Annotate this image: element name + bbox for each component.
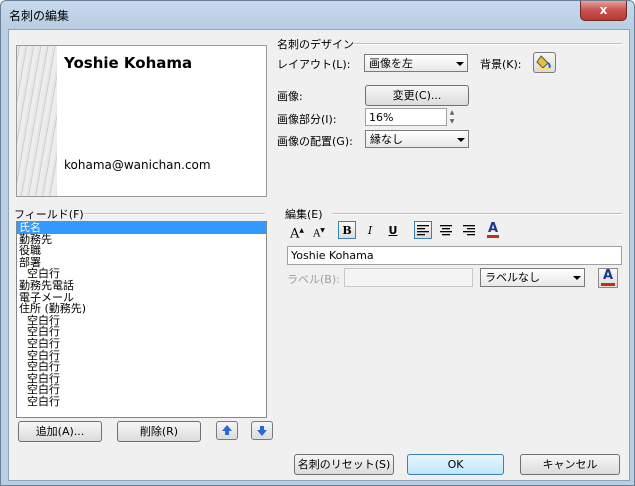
image-align-value: 縁なし [370,133,403,146]
change-image-button[interactable]: 変更(C)... [365,85,469,106]
align-center-button[interactable] [437,221,455,239]
align-right-button[interactable] [460,221,478,239]
dialog-client-area: Yoshie Kohama kohama@wanichan.com 名刺のデザイ… [8,29,630,481]
field-list-item[interactable]: 勤務先 [17,233,266,246]
field-list-item[interactable]: 空白行 [17,338,266,350]
reset-card-button[interactable]: 名刺のリセット(S) [294,454,394,475]
label-position-select[interactable]: ラベルなし [480,268,585,287]
align-left-button[interactable] [414,221,432,239]
field-list-item[interactable]: 空白行 [17,361,266,373]
fields-listbox[interactable]: 氏名 勤務先 役職 部署 空白行 勤務先電話 電子メール 住所 (勤務先) 空白行 空白行 空白行空… [16,221,267,418]
image-area-value: 16% [369,111,394,124]
image-area-input[interactable]: 16% [365,108,447,126]
arrow-up-icon [222,425,232,435]
window-title: 名刺の編集 [9,9,70,23]
delete-field-button[interactable]: 削除(R) [117,421,201,442]
image-label: 画像: [277,90,303,103]
background-color-button[interactable] [533,52,556,73]
design-section-label: 名刺のデザイン [277,38,354,51]
move-down-button[interactable] [251,421,273,440]
dialog-window: 名刺の編集 x Yoshie Kohama kohama@wanichan.co… [0,0,635,486]
image-align-label: 画像の配置(G): [277,135,353,148]
field-list-item[interactable]: 氏名 [17,222,266,234]
fields-separator [84,213,265,215]
grow-font-icon: A [289,226,300,242]
card-preview: Yoshie Kohama kohama@wanichan.com [16,45,267,197]
label-color-icon: A [602,268,614,283]
align-right-icon [463,225,475,236]
chevron-down-icon [456,62,464,66]
edit-section-label: 編集(E) [285,208,323,221]
close-button[interactable]: x [580,1,627,21]
image-area-label: 画像部分(I): [277,113,337,126]
fields-section-label: フィールド(F) [14,208,84,221]
chevron-down-icon [457,138,465,142]
label-label: ラベル(B): [287,273,340,286]
align-left-icon [417,225,429,236]
label-position-value: ラベルなし [485,271,540,284]
arrow-down-icon [257,426,267,436]
card-image [17,46,57,196]
underline-button[interactable]: U [384,221,402,239]
field-list-item[interactable]: 勤務先電話 [17,280,266,292]
field-list-item[interactable]: 役職 [17,245,266,257]
italic-button[interactable]: I [361,221,379,239]
ok-button[interactable]: OK [407,454,504,475]
card-email: kohama@wanichan.com [64,158,211,172]
font-color-icon: A [487,221,499,236]
layout-label: レイアウト(L): [277,58,351,71]
font-color-bar [487,235,499,238]
field-list-item[interactable]: 空白行 [17,396,266,408]
chevron-down-icon [573,276,581,280]
image-area-spinner[interactable]: ▲ ▼ [446,108,458,126]
shrink-font-button[interactable]: A▼ [310,221,328,239]
title-bar[interactable]: 名刺の編集 x [1,1,634,29]
label-color-button[interactable]: A [598,268,618,288]
background-label: 背景(K): [480,58,522,71]
layout-select[interactable]: 画像を左 [364,54,468,72]
bold-button[interactable]: B [338,221,356,239]
label-color-bar [601,283,615,286]
move-up-button[interactable] [216,421,238,440]
add-field-button[interactable]: 追加(A)... [18,421,102,442]
label-input[interactable] [344,268,473,287]
grow-font-button[interactable]: A▲ [288,221,306,242]
layout-select-value: 画像を左 [369,57,413,70]
field-text-input[interactable]: Yoshie Kohama [287,246,622,265]
card-name: Yoshie Kohama [64,54,193,72]
design-separator [354,43,622,45]
edit-separator [332,213,622,215]
font-color-button[interactable]: A [484,221,502,239]
cancel-button[interactable]: キャンセル [520,454,620,475]
field-text-value: Yoshie Kohama [291,249,374,262]
align-center-icon [440,225,452,236]
image-align-select[interactable]: 縁なし [365,130,469,148]
paint-bucket-icon [536,55,551,70]
spin-down-icon[interactable]: ▼ [446,117,458,126]
field-list-item[interactable]: 住所 (勤務先) [17,303,266,315]
spin-up-icon[interactable]: ▲ [446,108,458,117]
